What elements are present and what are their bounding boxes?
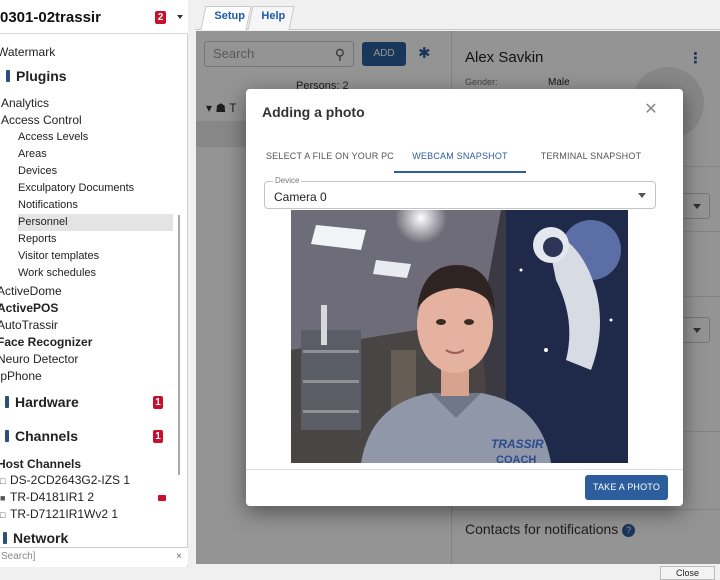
tab-webcam-snapshot[interactable]: WEBCAM SNAPSHOT [394, 139, 526, 173]
server-selector[interactable]: 0301-02trassir 2 [0, 0, 188, 34]
tree-item-activepos[interactable]: ActivePOS [0, 301, 58, 315]
plugins-icon [6, 70, 10, 82]
network-icon [3, 532, 7, 544]
tree-item-visitor-templates[interactable]: Visitor templates [18, 250, 99, 262]
settings-tree-panel: 0301-02trassir 2 Watermark Plugins Analy… [0, 0, 188, 567]
camera-label: TR-D7121IR1Wv2 1 [10, 507, 119, 521]
tree-item-camera[interactable]: □ TR-D7121IR1Wv2 1 [0, 507, 118, 521]
camera-icon: ■ [0, 493, 6, 503]
tree-item-face-recognizer[interactable]: Face Recognizer [0, 335, 92, 349]
tree-section-label: Plugins [16, 68, 67, 84]
tab-setup[interactable]: Setup [200, 6, 252, 30]
tree-item-reports[interactable]: Reports [18, 233, 57, 245]
tree-item-work-schedules[interactable]: Work schedules [18, 267, 96, 279]
camera-icon: □ [0, 510, 6, 520]
tree-item-access-control[interactable]: Access Control [1, 113, 82, 127]
server-name: 0301-02trassir [0, 9, 101, 26]
camera-label: DS-2CD2643G2-IZS 1 [10, 473, 131, 487]
top-tab-bar: Setup Help [195, 6, 720, 30]
svg-text:TRASSIR: TRASSIR [491, 437, 544, 451]
tree-item-access-levels[interactable]: Access Levels [18, 131, 88, 143]
tab-terminal-snapshot[interactable]: TERMINAL SNAPSHOT [532, 139, 650, 173]
tree-search-input[interactable]: Search] × [0, 547, 188, 565]
tree-item-devices[interactable]: Devices [18, 165, 57, 177]
tree-section-label: Hardware [15, 394, 79, 410]
webcam-preview: TRASSIR COACH [291, 210, 628, 463]
device-label: Device [273, 176, 302, 185]
tree-item-exculpatory-documents[interactable]: Exculpatory Documents [18, 182, 134, 194]
chevron-down-icon[interactable] [177, 15, 183, 19]
tree-item-watermark[interactable]: Watermark [0, 45, 55, 59]
channels-icon [5, 430, 9, 442]
tree-section-channels[interactable]: Channels [5, 428, 78, 444]
tree-item-neuro-detector[interactable]: Neuro Detector [0, 352, 78, 366]
tree-section-label: Network [13, 530, 69, 546]
settings-tree: Watermark Plugins Analytics Access Contr… [0, 42, 175, 547]
server-alert-badge: 2 [155, 11, 166, 24]
tree-item-camera[interactable]: ■ TR-D4181IR1 2 [0, 490, 94, 504]
hardware-icon [5, 396, 9, 408]
search-placeholder: Search] [1, 551, 36, 562]
tree-item-host-channels[interactable]: Host Channels [0, 457, 81, 471]
tab-label: Setup [214, 10, 245, 22]
tree-item-camera[interactable]: □ DS-2CD2643G2-IZS 1 [0, 473, 130, 487]
close-icon[interactable]: ✕ [643, 102, 659, 118]
dialog-divider [246, 469, 683, 470]
tree-item-autotrassir[interactable]: AutoTrassir [0, 318, 58, 332]
camera-icon: □ [0, 476, 6, 486]
active-tab-indicator [394, 171, 526, 173]
add-photo-dialog: Adding a photo ✕ SELECT A FILE ON YOUR P… [246, 89, 683, 506]
dialog-title: Adding a photo [262, 104, 365, 120]
tree-item-notifications[interactable]: Notifications [18, 199, 78, 211]
svg-text:COACH: COACH [496, 454, 536, 463]
take-photo-button[interactable]: TAKE A PHOTO [585, 475, 668, 500]
camera-label: TR-D4181IR1 2 [10, 490, 95, 504]
close-button[interactable]: Close [660, 566, 715, 580]
tab-label: Help [261, 10, 286, 22]
tree-item-areas[interactable]: Areas [18, 148, 47, 160]
tree-section-hardware[interactable]: Hardware [5, 394, 79, 410]
webcam-frame: TRASSIR COACH [291, 210, 628, 463]
recording-indicator [158, 495, 166, 501]
hardware-alert-badge: 1 [153, 396, 163, 409]
tree-section-label: Channels [15, 428, 79, 444]
tree-item-personnel[interactable]: Personnel [18, 214, 173, 231]
tree-item-ipphone[interactable]: IpPhone [0, 369, 42, 383]
tab-select-file[interactable]: SELECT A FILE ON YOUR PC [260, 139, 400, 173]
photo-source-tabs: SELECT A FILE ON YOUR PC WEBCAM SNAPSHOT… [246, 139, 683, 173]
tree-item-analytics[interactable]: Analytics [1, 96, 49, 110]
tree-section-network[interactable]: Network [3, 530, 68, 546]
clear-icon[interactable]: × [176, 548, 182, 565]
device-select[interactable]: Device Camera 0 [264, 176, 656, 209]
chevron-down-icon [638, 193, 646, 198]
tree-item-activedome[interactable]: ActiveDome [0, 284, 62, 298]
tree-scrollbar[interactable] [178, 215, 180, 475]
channels-alert-badge: 1 [153, 430, 163, 443]
tree-section-plugins[interactable]: Plugins [6, 68, 67, 84]
tab-help[interactable]: Help [247, 6, 295, 30]
device-value: Camera 0 [274, 190, 327, 204]
